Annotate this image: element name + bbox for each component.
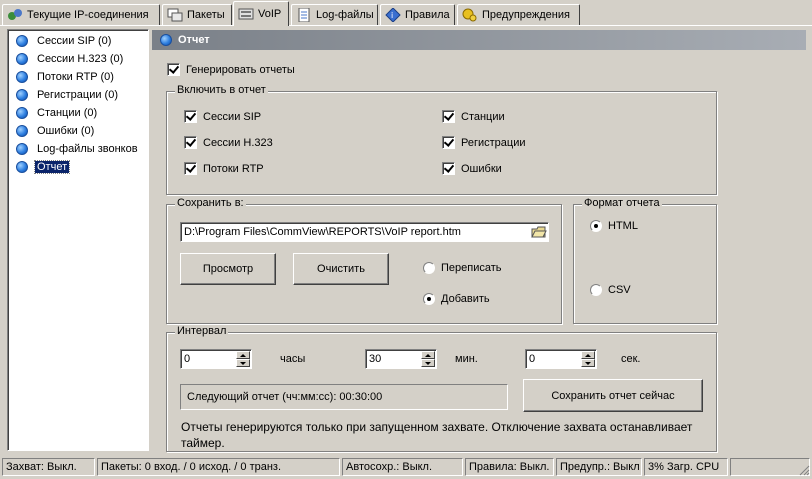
spin-down-icon[interactable]: [236, 359, 250, 367]
group-legend: Сохранить в:: [175, 197, 246, 209]
blue-bullet-icon: [16, 125, 28, 137]
blue-bullet-icon: [16, 143, 28, 155]
status-cpu: 3% Загр. CPU: [644, 458, 728, 476]
checkbox-box[interactable]: [184, 136, 197, 149]
spin-up-icon[interactable]: [236, 351, 250, 359]
report-path-input[interactable]: D:\Program Files\CommView\REPORTS\VoIP r…: [180, 222, 549, 242]
blue-bullet-icon: [16, 53, 28, 65]
blue-bullet-icon: [16, 107, 28, 119]
radio-dot[interactable]: [423, 293, 435, 305]
include-registrations-checkbox[interactable]: Регистрации: [442, 136, 526, 149]
radio-dot[interactable]: [590, 284, 602, 296]
checkbox-box[interactable]: [442, 110, 455, 123]
blue-bullet-icon: [16, 161, 28, 173]
voip-icon: [238, 7, 254, 21]
hours-spinner[interactable]: [236, 351, 250, 367]
checkbox-box[interactable]: [442, 136, 455, 149]
page-title-bar: Отчет: [152, 30, 806, 50]
include-rtp-streams-checkbox[interactable]: Потоки RTP: [184, 162, 264, 175]
alerts-icon: [462, 8, 478, 22]
tab-alerts[interactable]: Предупреждения: [457, 4, 580, 25]
generate-reports-checkbox[interactable]: Генерировать отчеты: [167, 63, 295, 76]
tab-ip-connections[interactable]: Текущие IP-соединения: [2, 4, 160, 25]
seconds-input[interactable]: 0: [525, 349, 597, 369]
blue-bullet-icon: [16, 35, 28, 47]
clear-button[interactable]: Очистить: [293, 253, 389, 285]
tab-baseline: [0, 25, 812, 26]
interval-note: Отчеты генерируются только при запущенно…: [181, 420, 693, 450]
checkbox-box[interactable]: [184, 110, 197, 123]
resize-grip-icon[interactable]: [798, 464, 810, 476]
view-button[interactable]: Просмотр: [180, 253, 276, 285]
include-h323-sessions-checkbox[interactable]: Сессии H.323: [184, 136, 273, 149]
blue-bullet-icon: [16, 71, 28, 83]
page-title: Отчет: [178, 34, 210, 46]
minutes-spinner[interactable]: [421, 351, 435, 367]
packets-icon: [167, 8, 183, 22]
spin-down-icon[interactable]: [581, 359, 595, 367]
overwrite-radio[interactable]: Переписать: [423, 262, 502, 274]
tree-item-errors[interactable]: Ошибки (0): [16, 123, 96, 139]
format-html-radio[interactable]: HTML: [590, 220, 638, 232]
tab-voip[interactable]: VoIP: [233, 1, 289, 26]
spin-down-icon[interactable]: [421, 359, 435, 367]
checkbox-box[interactable]: [167, 63, 180, 76]
tree-item-stations[interactable]: Станции (0): [16, 105, 99, 121]
tab-packets[interactable]: Пакеты: [162, 4, 232, 25]
tree-item-h323-sessions[interactable]: Сессии H.323 (0): [16, 51, 125, 67]
tree-item-report[interactable]: Отчет: [16, 159, 71, 175]
radio-dot[interactable]: [423, 262, 435, 274]
minutes-label: мин.: [455, 353, 478, 365]
status-capture: Захват: Выкл.: [2, 458, 95, 476]
next-report-display: Следующий отчет (чч:мм:сс): 00:30:00: [180, 384, 508, 410]
spin-up-icon[interactable]: [581, 351, 595, 359]
blue-bullet-icon: [160, 34, 172, 46]
tab-bar: Текущие IP-соединения Пакеты VoIP Log-фа…: [0, 0, 812, 26]
checkbox-box[interactable]: [442, 162, 455, 175]
checkbox-box[interactable]: [184, 162, 197, 175]
tab-rules[interactable]: i Правила: [380, 4, 455, 25]
save-report-now-button[interactable]: Сохранить отчет сейчас: [523, 379, 703, 412]
format-csv-radio[interactable]: CSV: [590, 284, 631, 296]
status-packets: Пакеты: 0 вход. / 0 исход. / 0 транз.: [97, 458, 340, 476]
hours-label: часы: [280, 353, 306, 365]
rules-icon: i: [385, 7, 401, 23]
ip-connections-icon: [7, 8, 23, 22]
status-rules: Правила: Выкл.: [465, 458, 554, 476]
status-alerts: Предупр.: Выкл: [556, 458, 642, 476]
seconds-spinner[interactable]: [581, 351, 595, 367]
seconds-label: сек.: [621, 353, 641, 365]
tree-item-rtp-streams[interactable]: Потоки RTP (0): [16, 69, 116, 85]
tree-item-sip-sessions[interactable]: Сессии SIP (0): [16, 33, 113, 49]
log-files-icon: [296, 7, 312, 23]
include-stations-checkbox[interactable]: Станции: [442, 110, 505, 123]
tree-item-call-logs[interactable]: Log-файлы звонков: [16, 141, 140, 157]
voip-tree[interactable]: Сессии SIP (0) Сессии H.323 (0) Потоки R…: [7, 29, 149, 451]
group-legend: Формат отчета: [582, 197, 662, 209]
group-legend: Интервал: [175, 325, 229, 337]
svg-text:i: i: [391, 11, 393, 20]
include-errors-checkbox[interactable]: Ошибки: [442, 162, 502, 175]
include-sip-sessions-checkbox[interactable]: Сессии SIP: [184, 110, 261, 123]
status-autosave: Автосохр.: Выкл.: [342, 458, 463, 476]
browse-folder-icon[interactable]: [530, 224, 547, 240]
group-legend: Включить в отчет: [175, 84, 268, 96]
append-radio[interactable]: Добавить: [423, 293, 490, 305]
blue-bullet-icon: [16, 89, 28, 101]
tab-log-files[interactable]: Log-файлы: [291, 4, 378, 25]
hours-input[interactable]: 0: [180, 349, 252, 369]
status-bar: Захват: Выкл. Пакеты: 0 вход. / 0 исход.…: [0, 456, 812, 478]
radio-dot[interactable]: [590, 220, 602, 232]
tree-item-registrations[interactable]: Регистрации (0): [16, 87, 120, 103]
minutes-input[interactable]: 30: [365, 349, 437, 369]
spin-up-icon[interactable]: [421, 351, 435, 359]
